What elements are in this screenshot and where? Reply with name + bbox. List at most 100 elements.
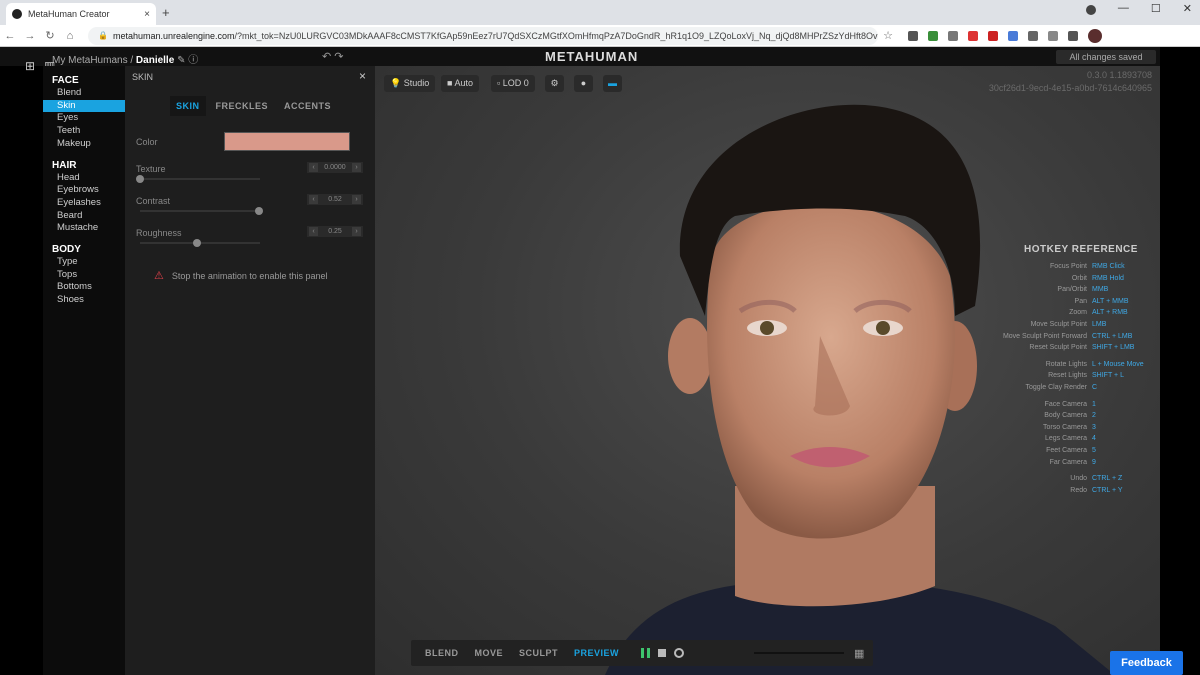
home-icon[interactable]: ⌂ [60, 30, 80, 42]
tab-close-icon[interactable]: × [144, 9, 150, 20]
roughness-slider-knob[interactable] [193, 239, 201, 247]
avatar[interactable] [1088, 28, 1102, 43]
roughness-value: 0.25 [328, 228, 342, 235]
texture-value: 0.0000 [324, 164, 346, 171]
contrast-stepper[interactable]: ‹ 0.52 › [307, 194, 363, 205]
app-header: My MetaHumans / Danielle ✎ ⓘ ↶ ↷ METAHUM… [0, 47, 1160, 66]
animation-icon[interactable]: ⚙ [545, 75, 564, 92]
camera-auto-button[interactable]: ■ Auto [441, 75, 479, 92]
reload-icon[interactable]: ↻ [40, 29, 60, 42]
hotkey-row: Redo CTRL + Y [985, 485, 1155, 497]
mode-sculpt-button[interactable]: SCULPT [511, 648, 566, 658]
edit-pencil-icon[interactable]: ✎ [177, 55, 185, 66]
chevron-left-icon[interactable]: ‹ [309, 227, 318, 236]
url-field[interactable]: 🔒 metahuman.unrealengine.com/?mkt_tok=Nz… [88, 26, 878, 45]
chevron-left-icon[interactable]: ‹ [309, 195, 318, 204]
studio-label: Studio [403, 78, 430, 88]
nav-item-eyebrows[interactable]: Eyebrows [43, 184, 125, 197]
extension-icon[interactable] [908, 30, 918, 41]
profile-dot-icon[interactable] [1085, 5, 1096, 15]
left-tool-icons: ⊞ [25, 59, 41, 73]
nav-item-teeth[interactable]: Teeth [43, 125, 125, 138]
hotkey-row: Rotate Lights L + Mouse Move [985, 359, 1155, 371]
tab-skin[interactable]: SKIN [170, 96, 206, 116]
nav-item-mustache[interactable]: Mustache [43, 222, 125, 235]
lod-label: LOD 0 [502, 78, 529, 88]
contrast-slider-knob[interactable] [254, 207, 263, 215]
record-icon[interactable] [674, 648, 685, 658]
lod-button[interactable]: ▫ LOD 0 [491, 75, 535, 92]
roughness-stepper[interactable]: ‹ 0.25 › [307, 226, 363, 237]
hotkey-action: Pan/Orbit [1057, 286, 1087, 294]
media-icon[interactable] [1068, 30, 1078, 41]
extension-icon[interactable] [928, 30, 938, 41]
nav-item-makeup[interactable]: Makeup [43, 138, 125, 151]
nav-item-eyes[interactable]: Eyes [43, 112, 125, 125]
bookmark-star-icon[interactable]: ☆ [878, 29, 898, 42]
color-swatch[interactable] [224, 132, 350, 151]
head-icon[interactable]: ● [574, 75, 593, 92]
tab-freckles[interactable]: FRECKLES [210, 96, 275, 116]
display-toggle-icon[interactable]: ▬ [603, 75, 622, 92]
browser-tab[interactable]: MetaHuman Creator × [6, 3, 156, 25]
contrast-slider[interactable] [140, 207, 263, 215]
texture-slider-knob[interactable] [136, 175, 144, 183]
mode-blend-button[interactable]: BLEND [417, 648, 467, 658]
nav-item-eyelashes[interactable]: Eyelashes [43, 197, 125, 210]
stop-icon[interactable] [658, 649, 667, 657]
mode-move-button[interactable]: MOVE [467, 648, 512, 658]
tab-accents[interactable]: ACCENTS [278, 96, 337, 116]
extension-icon[interactable] [988, 30, 998, 41]
version-line-1: 0.3.0 1.1893708 [1086, 70, 1152, 80]
info-icon[interactable]: ⓘ [188, 55, 198, 66]
hotkey-action: Rotate Lights [1045, 360, 1087, 368]
studio-lighting-button[interactable]: 💡 Studio [384, 75, 436, 92]
chevron-right-icon[interactable]: › [352, 195, 361, 204]
breadcrumb-parent[interactable]: My MetaHumans [52, 55, 128, 66]
new-tab-button[interactable]: + [162, 5, 170, 20]
puzzle-icon[interactable] [1048, 30, 1058, 41]
extension-icon[interactable] [968, 30, 978, 41]
chevron-left-icon[interactable]: ‹ [309, 163, 318, 172]
texture-slider[interactable] [136, 175, 260, 183]
texture-stepper[interactable]: ‹ 0.0000 › [307, 162, 363, 173]
nav-item-head[interactable]: Head [43, 172, 125, 185]
nav-item-blend[interactable]: Blend [43, 87, 125, 100]
hotkey-keys: ALT + MMB [1092, 297, 1129, 305]
pause-icon[interactable] [641, 648, 651, 658]
hotkey-row: Undo CTRL + Z [985, 473, 1155, 485]
close-window-icon[interactable]: ✕ [1183, 2, 1192, 15]
brand-logo: METAHUMAN [545, 49, 639, 64]
roughness-slider[interactable] [140, 239, 260, 247]
mode-preview-button[interactable]: PREVIEW [566, 648, 627, 658]
forward-icon[interactable]: → [20, 30, 40, 42]
close-icon[interactable]: × [359, 69, 366, 83]
hotkey-keys: LMB [1092, 320, 1107, 328]
grid-icon[interactable]: ⊞ [25, 59, 41, 73]
chevron-right-icon[interactable]: › [352, 227, 361, 236]
nav-item-type[interactable]: Type [43, 256, 125, 269]
hotkey-row: Toggle Clay Render C [985, 382, 1155, 394]
nav-item-shoes[interactable]: Shoes [43, 294, 125, 307]
nav-item-bottoms[interactable]: Bottoms [43, 281, 125, 294]
nav-item-skin[interactable]: Skin [43, 99, 125, 113]
maximize-icon[interactable]: ☐ [1151, 2, 1161, 15]
minimize-icon[interactable]: — [1118, 2, 1129, 15]
nav-item-tops[interactable]: Tops [43, 269, 125, 282]
metahuman-app: My MetaHumans / Danielle ✎ ⓘ ↶ ↷ METAHUM… [0, 47, 1200, 675]
feedback-button[interactable]: Feedback [1110, 651, 1183, 675]
back-icon[interactable]: ← [0, 30, 20, 42]
film-strip-icon[interactable]: ▦ [854, 647, 864, 660]
timeline-scrubber[interactable] [754, 652, 845, 654]
undo-icon[interactable]: ↶ ↷ [322, 50, 344, 63]
extension-icon[interactable] [948, 30, 958, 41]
nav-item-beard[interactable]: Beard [43, 210, 125, 223]
camera-icon: ■ [447, 78, 453, 88]
hotkey-keys: RMB Hold [1092, 274, 1124, 282]
chevron-right-icon[interactable]: › [351, 163, 361, 172]
extension-icon[interactable] [1008, 30, 1018, 41]
extension-icon[interactable] [1028, 30, 1038, 41]
viewport[interactable]: 💡 Studio ■ Auto ▫ LOD 0 ⚙ ● ▬ 0.3.0 1.18… [375, 66, 1160, 675]
hotkey-keys: 2 [1092, 412, 1096, 420]
hotkey-action: Redo [1070, 486, 1087, 494]
